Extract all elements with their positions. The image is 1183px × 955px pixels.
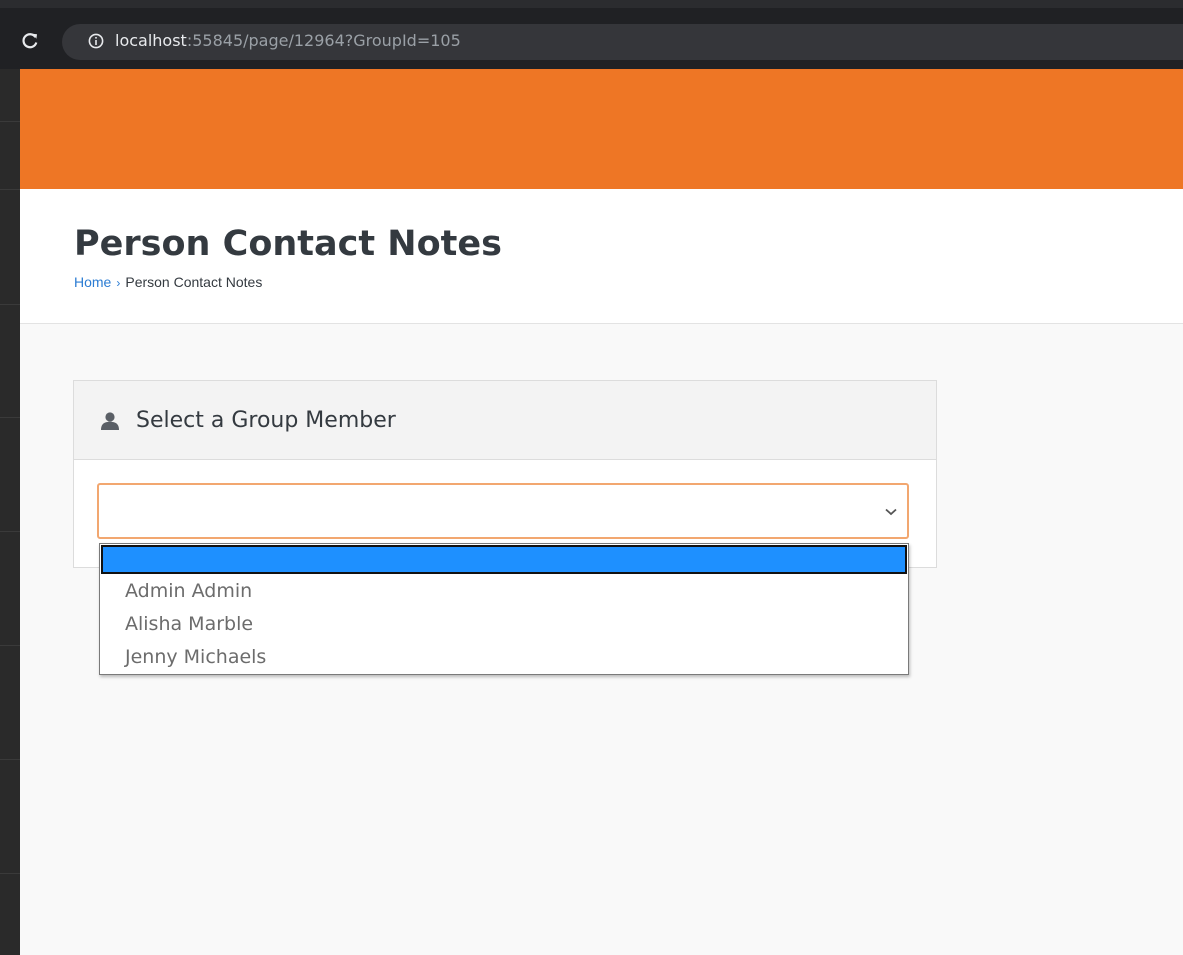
select-option[interactable]: Admin Admin	[100, 575, 908, 608]
user-icon	[101, 412, 119, 430]
divider	[0, 759, 20, 760]
divider	[0, 189, 20, 190]
breadcrumb-separator-icon: ›	[116, 276, 121, 290]
panel-heading: Select a Group Member	[74, 381, 936, 460]
divider	[0, 121, 20, 122]
info-icon[interactable]	[88, 33, 104, 49]
select-option[interactable]: Jenny Michaels	[100, 641, 908, 674]
breadcrumb-current: Person Contact Notes	[125, 274, 263, 290]
group-member-select[interactable]	[97, 483, 909, 539]
page-title-area: Person Contact Notes Home › Person Contact…	[20, 189, 1183, 324]
browser-toolbar: localhost:55845/page/12964?GroupId=105	[0, 0, 1183, 69]
page-title: Person Contact Notes	[74, 224, 502, 264]
divider	[0, 873, 20, 874]
chevron-down-icon	[885, 508, 897, 516]
divider	[0, 645, 20, 646]
url-host: localhost	[115, 31, 187, 50]
left-sidebar-strip	[0, 69, 20, 955]
reload-icon[interactable]	[21, 32, 39, 50]
panel-title: Select a Group Member	[136, 408, 396, 433]
page-content: Person Contact Notes Home › Person Contact…	[20, 69, 1183, 955]
site-header	[20, 69, 1183, 189]
divider	[0, 304, 20, 305]
tab-strip	[0, 0, 1183, 8]
divider	[0, 531, 20, 532]
url-text[interactable]: localhost:55845/page/12964?GroupId=105	[115, 31, 461, 51]
select-option[interactable]: Alisha Marble	[100, 608, 908, 641]
group-member-panel: Select a Group Member	[73, 380, 937, 568]
breadcrumb-home-link[interactable]: Home	[74, 274, 111, 290]
select-dropdown-list[interactable]: Admin Admin Alisha Marble Jenny Michaels	[99, 543, 909, 675]
breadcrumb: Home › Person Contact Notes	[74, 273, 262, 292]
select-option-blank[interactable]	[101, 545, 907, 574]
url-path: :55845/page/12964?GroupId=105	[186, 31, 461, 50]
divider	[0, 417, 20, 418]
